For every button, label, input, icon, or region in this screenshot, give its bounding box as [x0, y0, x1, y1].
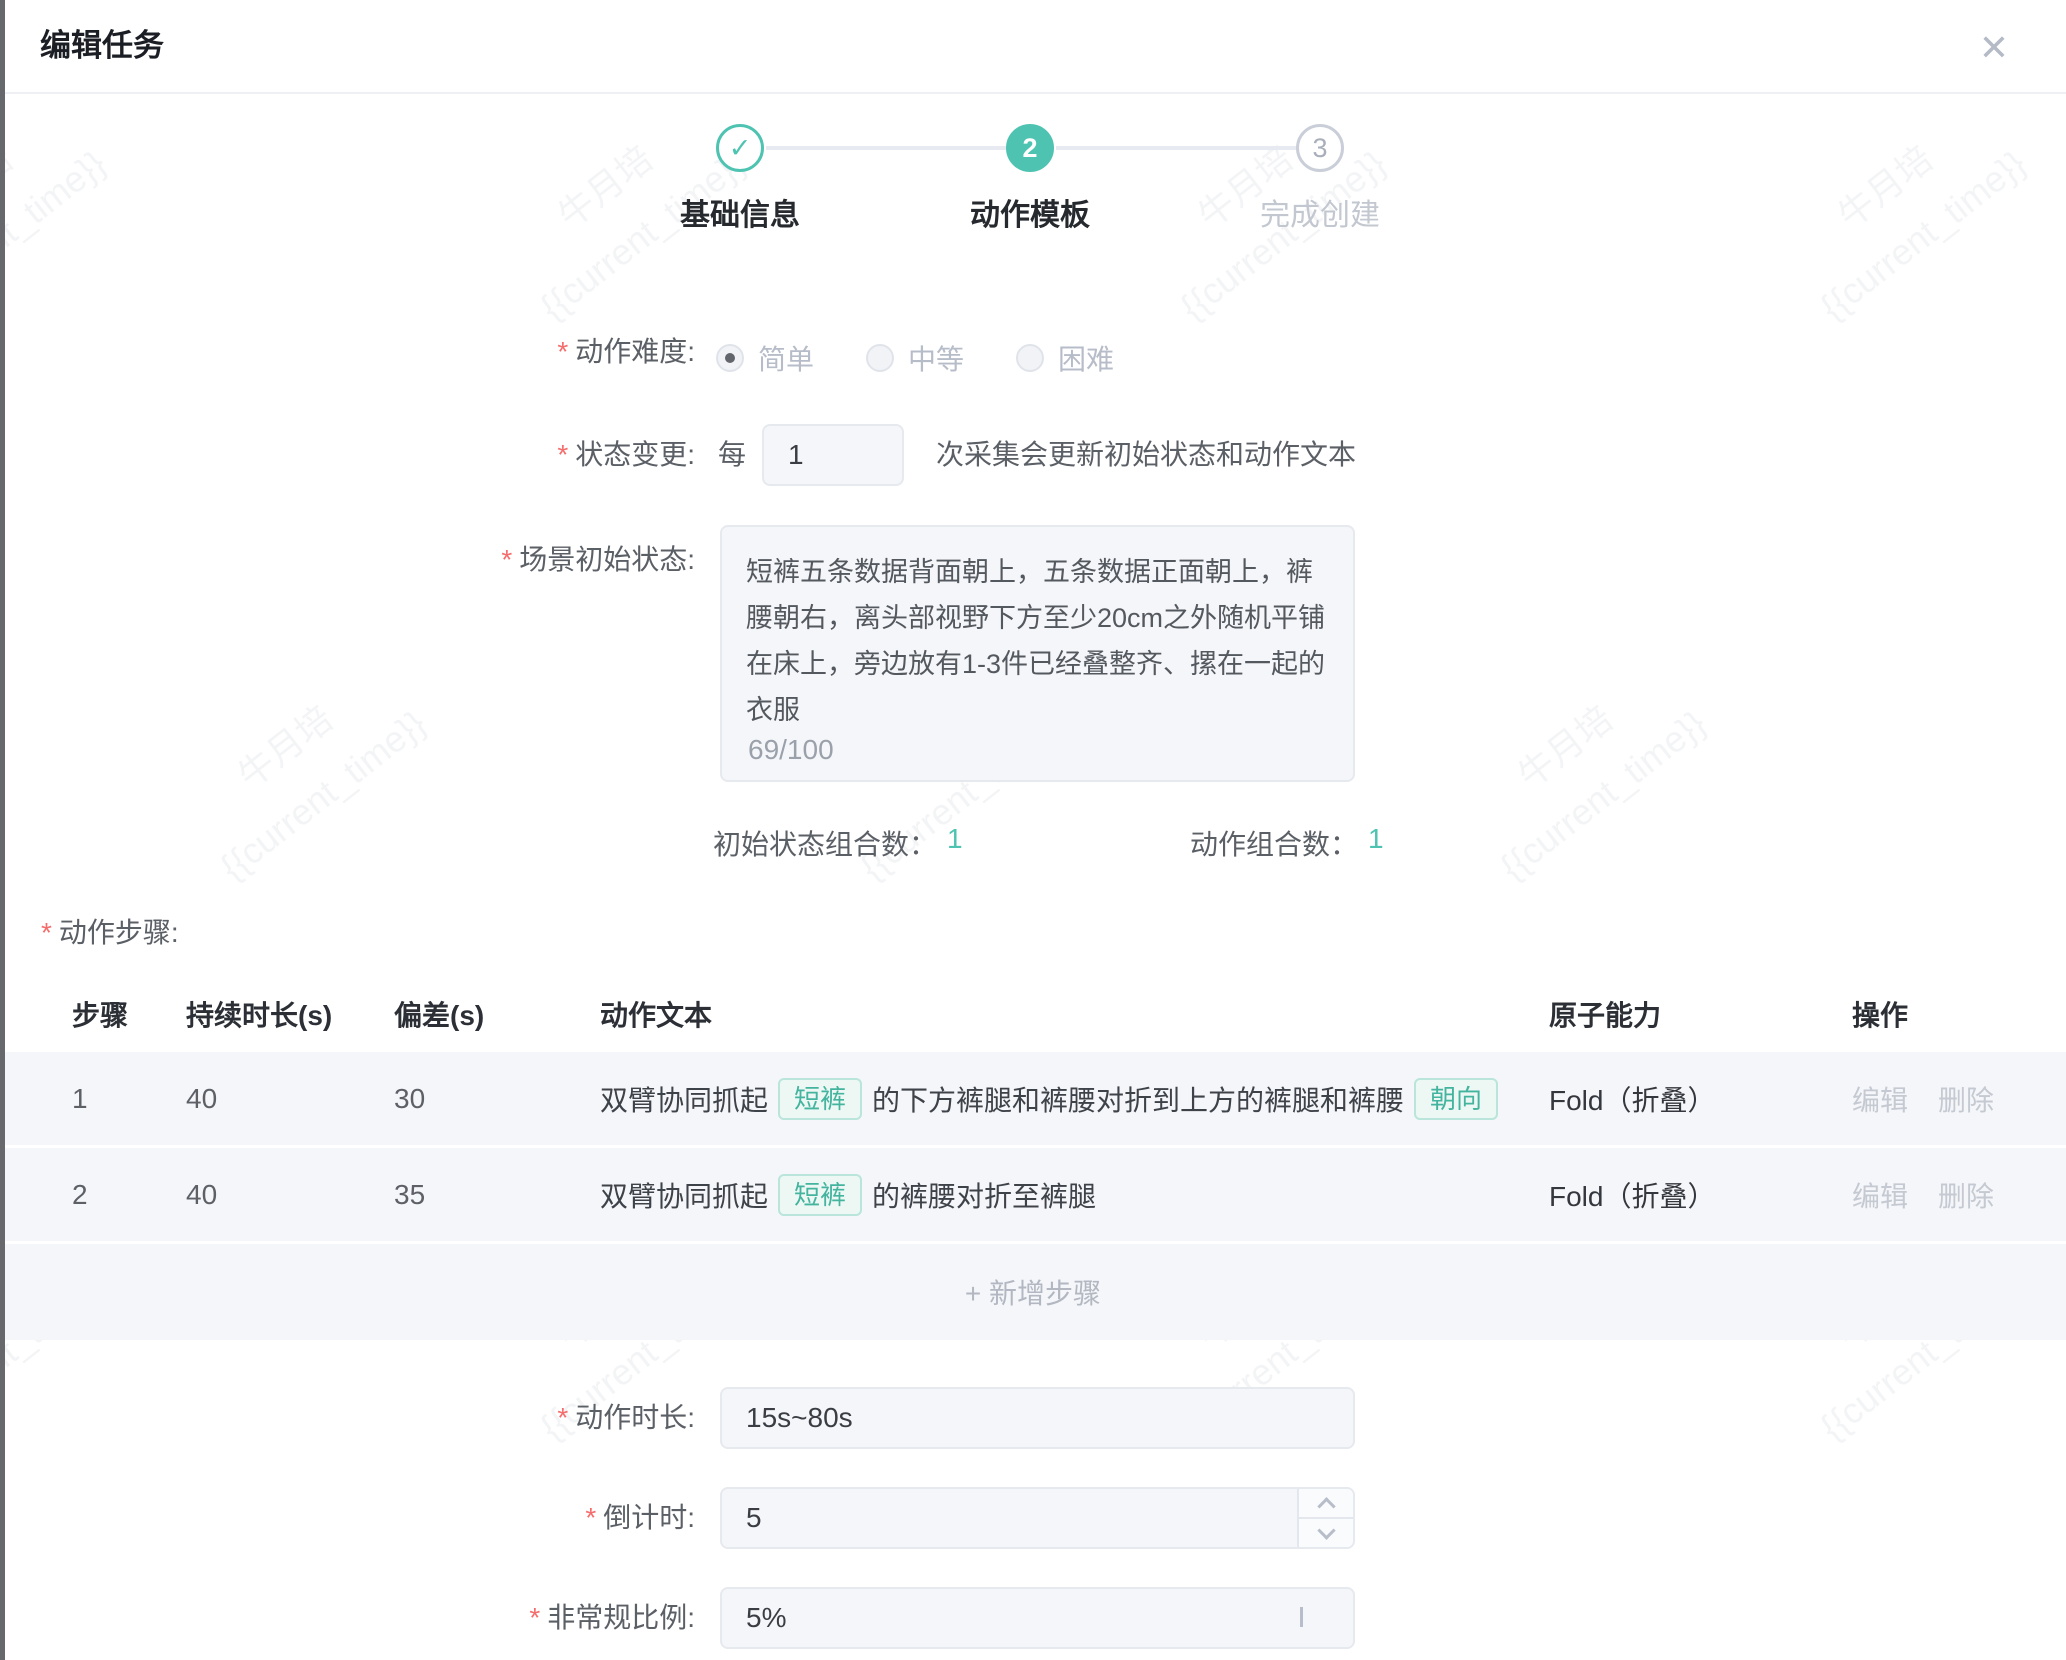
state-change-label: *状态变更: — [557, 438, 695, 472]
deviation-cell: 35 — [394, 1179, 600, 1211]
header-deviation: 偏差(s) — [394, 994, 600, 1034]
countdown-label: *倒计时: — [585, 1501, 695, 1535]
row-actions-cell: 编辑删除 — [1852, 1079, 2066, 1119]
watermark-text: 牛月培{{current_time}} — [1449, 647, 1720, 896]
combo-value: 1 — [947, 823, 963, 863]
table-row: 2 40 35 双臂协同抓起短裤的裤腰对折至裤腿 Fold（折叠） 编辑删除 — [0, 1148, 2066, 1244]
delete-link[interactable]: 删除 — [1938, 1175, 1994, 1215]
step-connector — [1056, 146, 1296, 150]
action-text: 的下方裤腿和裤腰对折到上方的裤腿和裤腰 — [872, 1079, 1404, 1119]
close-icon[interactable]: ✕ — [1970, 24, 2018, 72]
edit-link[interactable]: 编辑 — [1852, 1175, 1908, 1215]
header-action-text: 动作文本 — [600, 994, 1549, 1034]
step-number-cell: 2 — [0, 1179, 186, 1211]
combo-label: 动作组合数： — [1190, 823, 1358, 863]
tag-badge: 短裤 — [778, 1174, 862, 1216]
table-row: 1 40 30 双臂协同抓起短裤的下方裤腿和裤腰对折到上方的裤腿和裤腰朝向 Fo… — [0, 1052, 2066, 1148]
action-text-cell: 双臂协同抓起短裤的下方裤腿和裤腰对折到上方的裤腿和裤腰朝向 — [600, 1078, 1549, 1120]
unusual-ratio-label: *非常规比例: — [529, 1601, 695, 1635]
row-actions-cell: 编辑删除 — [1852, 1175, 2066, 1215]
dialog-title: 编辑任务 — [40, 0, 164, 92]
initial-state-label: *场景初始状态: — [501, 543, 695, 577]
action-text: 双臂协同抓起 — [600, 1079, 768, 1119]
ability-cell: Fold（折叠） — [1549, 1079, 1852, 1119]
duration-input[interactable] — [720, 1387, 1355, 1449]
tag-badge: 短裤 — [778, 1078, 862, 1120]
header-step: 步骤 — [0, 994, 186, 1034]
edit-link[interactable]: 编辑 — [1852, 1079, 1908, 1119]
initial-state-combo-count: 初始状态组合数： 1 — [713, 823, 963, 863]
required-asterisk: * — [501, 544, 512, 575]
chevron-up-icon — [1317, 1497, 1335, 1515]
required-asterisk: * — [557, 1402, 568, 1433]
required-asterisk: * — [585, 1502, 596, 1533]
add-step-button[interactable]: + 新增步骤 — [0, 1244, 2066, 1340]
edit-task-dialog: { "dialog": { "title": "编辑任务", "close_gl… — [0, 0, 2066, 1660]
scene-initial-state-textarea[interactable]: 短裤五条数据背面朝上，五条数据正面朝上，裤腰朝右，离头部视野下方至少20cm之外… — [720, 525, 1355, 782]
state-change-suffix: 次采集会更新初始状态和动作文本 — [936, 438, 1356, 472]
step-2-marker: 2 — [1006, 124, 1054, 172]
action-text-cell: 双臂协同抓起短裤的裤腰对折至裤腿 — [600, 1174, 1549, 1216]
ability-cell: Fold（折叠） — [1549, 1175, 1852, 1215]
combo-label: 初始状态组合数： — [713, 823, 937, 863]
delete-link[interactable]: 删除 — [1938, 1079, 1994, 1119]
watermark-text: 牛月培{{current_time}} — [1769, 87, 2040, 336]
header-duration: 持续时长(s) — [186, 994, 394, 1034]
table-header: 步骤 持续时长(s) 偏差(s) 动作文本 原子能力 操作 — [0, 976, 2066, 1052]
watermark-text: 牛月培{{current_time}} — [169, 647, 440, 896]
watermark-text: 牛月培{{current_time}} — [0, 87, 120, 336]
required-asterisk: * — [529, 1602, 540, 1633]
duration-label: *动作时长: — [557, 1401, 695, 1435]
action-text: 的裤腰对折至裤腿 — [872, 1175, 1096, 1215]
state-change-input[interactable] — [762, 424, 904, 486]
step-1-marker: ✓ — [716, 124, 764, 172]
scene-initial-state-text: 短裤五条数据背面朝上，五条数据正面朝上，裤腰朝右，离头部视野下方至少20cm之外… — [746, 549, 1329, 733]
step-1-label: 基础信息 — [610, 190, 870, 234]
radio-circle-checked — [716, 344, 744, 372]
required-asterisk: * — [557, 336, 568, 367]
action-steps-label: *动作步骤: — [41, 916, 179, 950]
required-asterisk: * — [557, 439, 568, 470]
state-change-prefix: 每 — [718, 438, 746, 472]
step-2-label: 动作模板 — [900, 190, 1160, 234]
difficulty-radio-group: 简单 中等 困难 — [716, 338, 1114, 378]
required-asterisk: * — [41, 917, 52, 948]
radio-option-medium[interactable]: 中等 — [866, 338, 964, 378]
countdown-spinner — [1297, 1489, 1353, 1547]
spinner-up-button[interactable] — [1299, 1489, 1353, 1519]
chevron-down-icon — [1317, 1521, 1335, 1539]
spinner-down-button[interactable] — [1299, 1519, 1353, 1547]
radio-label: 简单 — [758, 338, 814, 378]
duration-cell: 40 — [186, 1179, 394, 1211]
radio-circle — [866, 344, 894, 372]
difficulty-label: *动作难度: — [557, 335, 695, 369]
header-ability: 原子能力 — [1549, 994, 1852, 1034]
table-body: 1 40 30 双臂协同抓起短裤的下方裤腿和裤腰对折到上方的裤腿和裤腰朝向 Fo… — [0, 1052, 2066, 1244]
chevron-down-icon — [1300, 1610, 1303, 1628]
radio-label: 中等 — [908, 338, 964, 378]
header-operations: 操作 — [1852, 994, 2066, 1034]
step-3-marker: 3 — [1296, 124, 1344, 172]
deviation-cell: 30 — [394, 1083, 600, 1115]
char-counter: 69/100 — [748, 734, 834, 766]
action-text: 双臂协同抓起 — [600, 1175, 768, 1215]
tag-badge: 朝向 — [1414, 1078, 1498, 1120]
step-connector — [766, 146, 1006, 150]
combo-value: 1 — [1368, 823, 1384, 863]
radio-label: 困难 — [1058, 338, 1114, 378]
radio-circle — [1016, 344, 1044, 372]
dialog-header: 编辑任务 ✕ — [0, 0, 2066, 94]
step-number-cell: 1 — [0, 1083, 186, 1115]
action-combo-count: 动作组合数： 1 — [1190, 823, 1384, 863]
page-edge-strip — [0, 0, 5, 1660]
duration-cell: 40 — [186, 1083, 394, 1115]
unusual-ratio-select[interactable] — [720, 1587, 1355, 1649]
countdown-input[interactable] — [720, 1487, 1355, 1549]
radio-option-hard[interactable]: 困难 — [1016, 338, 1114, 378]
action-steps-table: 步骤 持续时长(s) 偏差(s) 动作文本 原子能力 操作 1 40 30 双臂… — [0, 976, 2066, 1340]
step-3-label: 完成创建 — [1190, 190, 1450, 234]
radio-option-easy[interactable]: 简单 — [716, 338, 814, 378]
